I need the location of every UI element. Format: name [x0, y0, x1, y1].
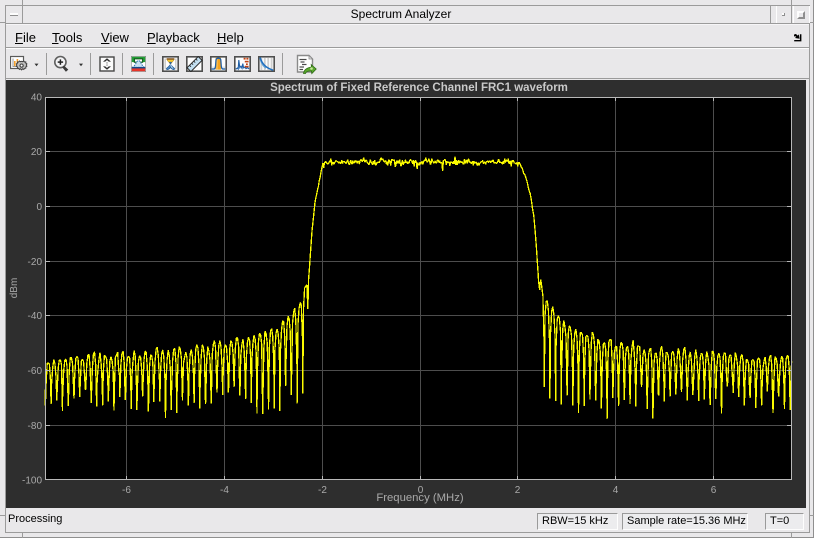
- svg-text:-6: -6: [122, 485, 131, 496]
- svg-text:-4: -4: [220, 485, 229, 496]
- svg-text:dBm: dBm: [9, 278, 20, 299]
- svg-text:-20: -20: [28, 257, 43, 268]
- svg-text:-60: -60: [28, 366, 43, 377]
- svg-text:-80: -80: [28, 421, 43, 432]
- svg-text:-2: -2: [318, 485, 327, 496]
- svg-text:Frequency (MHz): Frequency (MHz): [376, 492, 463, 504]
- svg-text:-100: -100: [22, 476, 42, 487]
- svg-text:Spectrum of Fixed Reference Ch: Spectrum of Fixed Reference Channel FRC1…: [270, 82, 568, 94]
- svg-text:4: 4: [613, 485, 619, 496]
- svg-text:-40: -40: [28, 311, 43, 322]
- svg-text:20: 20: [31, 147, 43, 158]
- svg-text:6: 6: [711, 485, 717, 496]
- svg-text:0: 0: [36, 202, 42, 213]
- svg-text:2: 2: [515, 485, 521, 496]
- svg-text:40: 40: [31, 93, 43, 104]
